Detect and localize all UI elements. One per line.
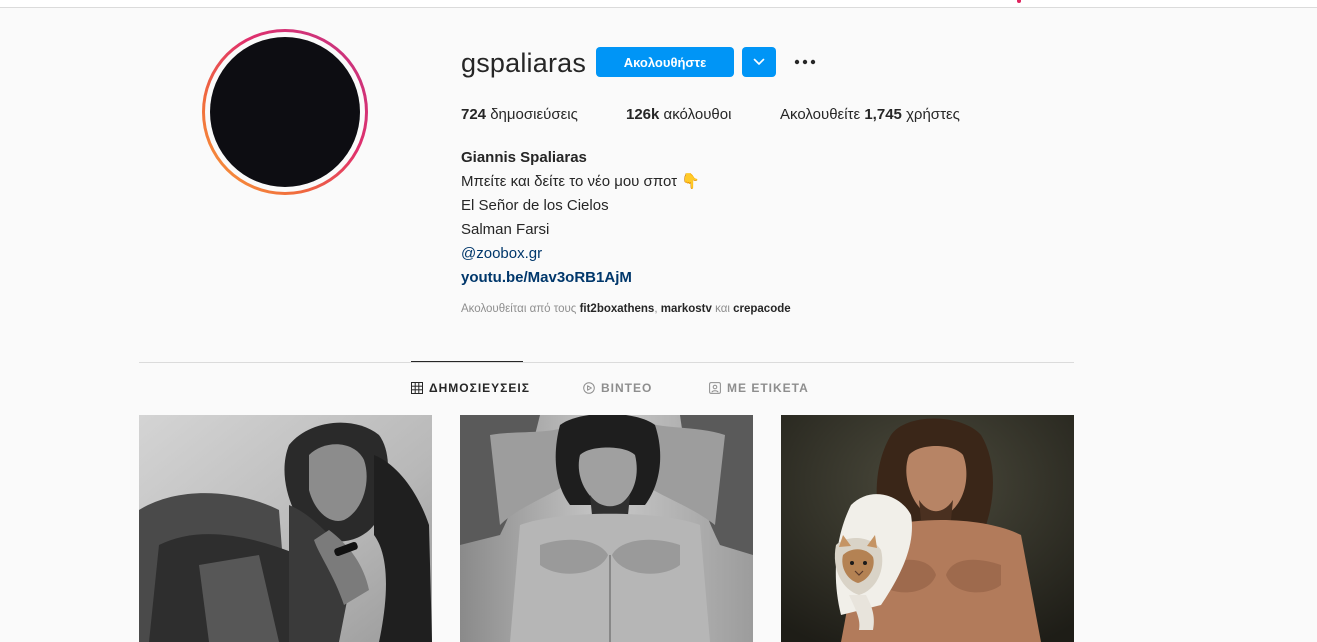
bio-website-link[interactable]: youtu.be/Mav3oRB1AjM bbox=[461, 266, 700, 290]
following-prefix: Ακολουθείτε bbox=[780, 106, 861, 123]
bio-mention-link[interactable]: @zoobox.gr bbox=[461, 242, 700, 266]
chevron-down-icon bbox=[753, 58, 765, 65]
avatar[interactable] bbox=[202, 29, 368, 195]
followed-by-account: fit2boxathens bbox=[579, 303, 655, 315]
profile-bio: Giannis Spaliaras Μπείτε και δείτε το νέ… bbox=[461, 146, 700, 290]
followers-stat[interactable]: 126k ακόλουθοι bbox=[626, 106, 731, 123]
post-thumbnail[interactable] bbox=[781, 415, 1074, 642]
suggestions-dropdown-button[interactable] bbox=[742, 47, 776, 77]
avatar-image bbox=[210, 37, 360, 187]
post-thumbnail[interactable] bbox=[139, 415, 432, 642]
tab-label: ΔΗΜΟΣΙΕΥΣΕΙΣ bbox=[429, 381, 530, 395]
followed-by-prefix: Ακολουθείται από τους bbox=[461, 303, 577, 315]
active-tab-indicator bbox=[411, 361, 523, 362]
followed-by-account: markostv bbox=[660, 303, 712, 315]
bio-line: El Señor de los Cielos bbox=[461, 197, 609, 214]
following-stat[interactable]: Ακολουθείτε 1,745 χρήστες bbox=[780, 106, 960, 123]
posts-count: 724 bbox=[461, 106, 487, 123]
followed-by-account: crepacode bbox=[733, 303, 791, 315]
followed-by-and: και bbox=[715, 303, 730, 315]
following-suffix: χρήστες bbox=[906, 106, 960, 123]
profile-username: gspaliaras bbox=[461, 48, 587, 78]
bio-line: Salman Farsi bbox=[461, 221, 550, 238]
grid-icon bbox=[411, 382, 423, 394]
post-image bbox=[781, 415, 1074, 642]
notification-mark bbox=[1017, 0, 1021, 3]
bio-line: Μπείτε και δείτε το νέο μου σποτ 👇 bbox=[461, 173, 700, 190]
top-bar-border bbox=[0, 0, 1317, 8]
following-count: 1,745 bbox=[864, 106, 902, 123]
tab-label: ΒΙΝΤΕΟ bbox=[601, 381, 653, 395]
posts-stat: 724 δημοσιεύσεις bbox=[461, 106, 578, 123]
followers-count: 126k bbox=[626, 106, 660, 123]
follow-button[interactable]: Ακολουθήστε bbox=[596, 47, 734, 77]
tab-videos[interactable]: ΒΙΝΤΕΟ bbox=[583, 381, 652, 395]
post-image bbox=[139, 415, 432, 642]
more-options-button[interactable] bbox=[790, 50, 820, 74]
tagged-icon bbox=[709, 382, 721, 394]
more-icon bbox=[794, 59, 816, 65]
video-icon bbox=[583, 382, 595, 394]
tab-tagged[interactable]: ΜΕ ΕΤΙΚΕΤΑ bbox=[709, 381, 809, 395]
tab-label: ΜΕ ΕΤΙΚΕΤΑ bbox=[727, 381, 809, 395]
tab-posts[interactable]: ΔΗΜΟΣΙΕΥΣΕΙΣ bbox=[411, 381, 530, 395]
post-image bbox=[460, 415, 753, 642]
followers-label: ακόλουθοι bbox=[663, 106, 732, 123]
posts-label: δημοσιεύσεις bbox=[490, 106, 578, 123]
post-thumbnail[interactable] bbox=[460, 415, 753, 642]
followed-by-separator: , bbox=[654, 303, 658, 315]
tabs-divider bbox=[139, 362, 1074, 363]
followed-by[interactable]: Ακολουθείται από τους fit2boxathens, mar… bbox=[461, 303, 791, 315]
full-name: Giannis Spaliaras bbox=[461, 149, 587, 166]
